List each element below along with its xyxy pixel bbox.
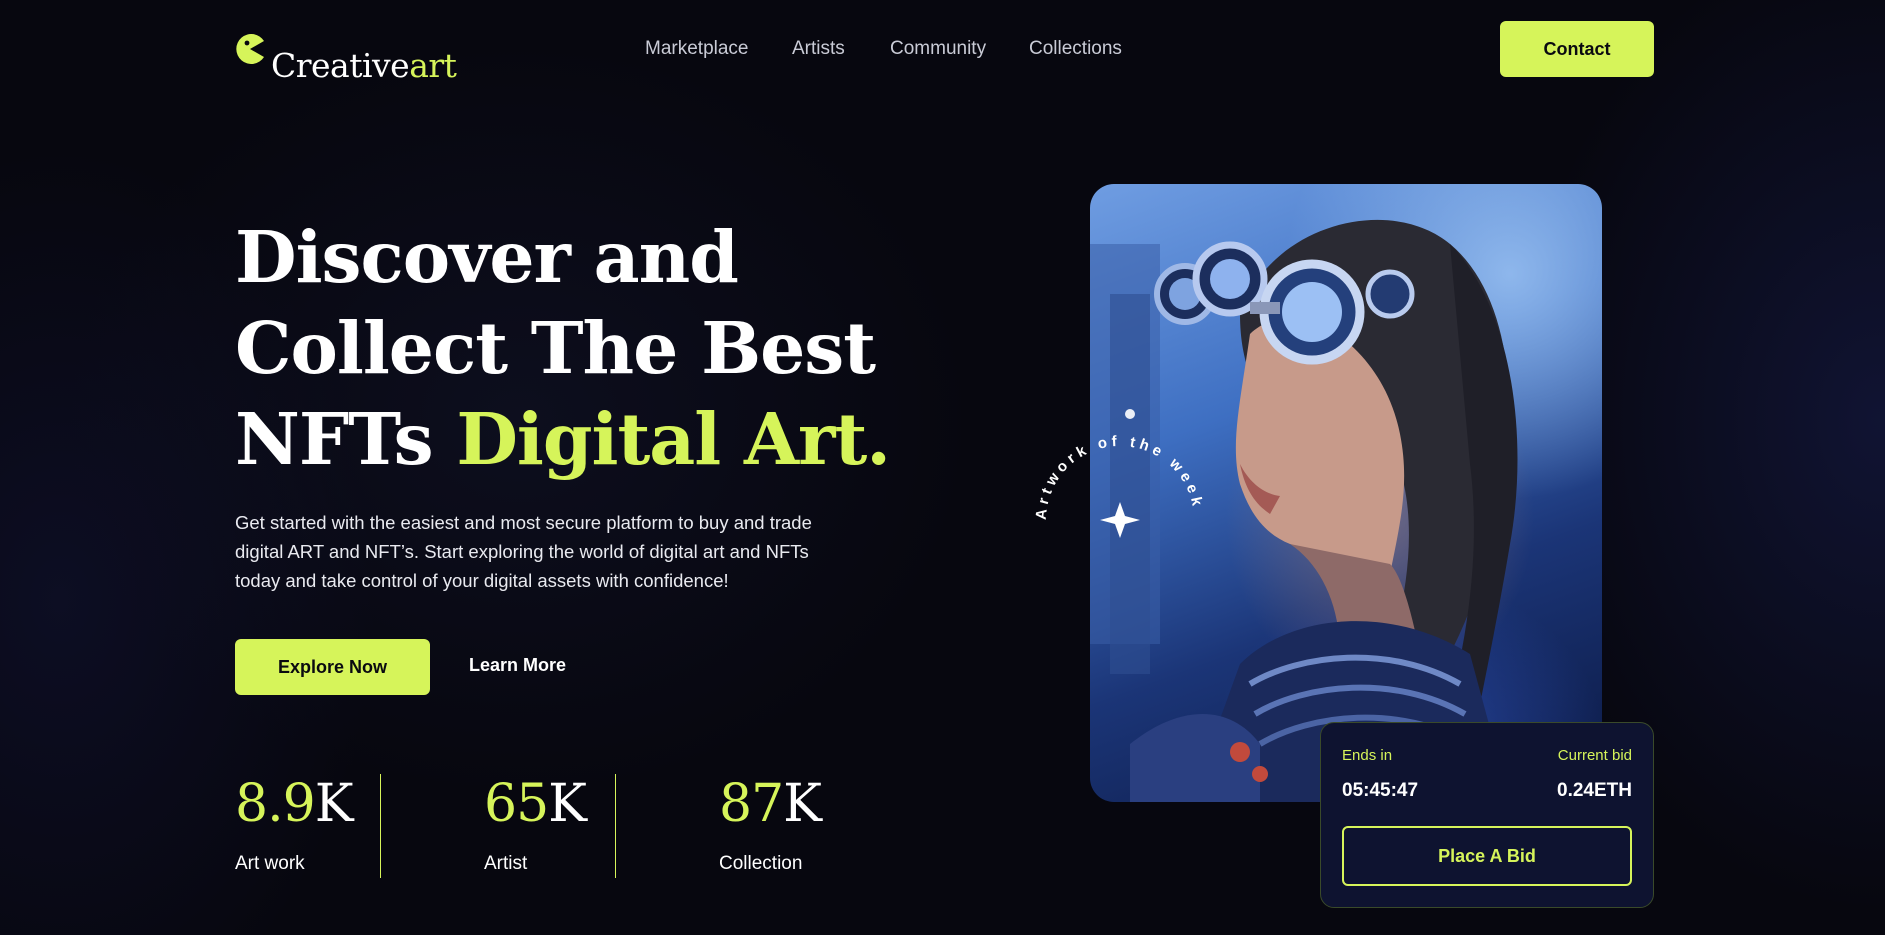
learn-more-link[interactable]: Learn More — [469, 655, 566, 676]
nav-community[interactable]: Community — [890, 38, 986, 60]
circular-text-badge: Artwork of the week — [1033, 433, 1202, 538]
explore-now-button[interactable]: Explore Now — [235, 639, 430, 695]
stat-unit: K — [548, 774, 587, 834]
stat-value: 87 — [719, 774, 784, 834]
hero-title-accent: Digital Art. — [456, 397, 891, 481]
brand-logo[interactable]: Creativeart — [235, 32, 457, 85]
stat-artist-label: Artist — [484, 853, 528, 874]
sparkle-star-icon — [1100, 502, 1140, 538]
stat-collection-label: Collection — [719, 853, 803, 874]
current-bid-value: 0.24ETH — [1557, 780, 1632, 801]
hero-title: Discover and Collect The Best NFTs Digit… — [235, 212, 915, 485]
brand-name-part2: art — [409, 46, 457, 85]
artwork-of-the-week-badge: Artwork of the week — [1030, 430, 1210, 610]
stat-value: 8.9 — [235, 774, 316, 834]
hero-title-line1: Discover and — [235, 215, 739, 299]
hero-description: Get started with the easiest and most se… — [235, 512, 812, 591]
stat-artist-number: 65K — [484, 774, 587, 834]
brand-name-part1: Creative — [271, 46, 410, 85]
ends-in-label: Ends in — [1342, 747, 1393, 764]
nav-artists[interactable]: Artists — [792, 38, 845, 60]
pacman-icon — [236, 34, 264, 64]
current-bid-label: Current bid — [1557, 747, 1632, 764]
stat-value: 65 — [484, 774, 549, 834]
stat-artwork-label: Art work — [235, 853, 305, 874]
contact-button[interactable]: Contact — [1500, 21, 1654, 77]
stat-artwork-number: 8.9K — [235, 774, 354, 834]
bid-card: Ends in Current bid 05:45:47 0.24ETH Pla… — [1320, 722, 1654, 908]
stat-divider — [615, 774, 616, 878]
stat-unit: K — [783, 774, 822, 834]
stat-collection-number: 87K — [719, 774, 822, 834]
stat-unit: K — [314, 774, 354, 834]
hero-title-line3: NFTs Digital Art. — [235, 394, 915, 485]
stat-divider — [380, 774, 381, 878]
hero-title-plain: NFTs — [235, 397, 457, 481]
place-bid-button[interactable]: Place A Bid — [1342, 826, 1632, 886]
countdown-value: 05:45:47 — [1342, 780, 1419, 801]
brand-name: Creativeart — [271, 46, 457, 85]
nav-marketplace[interactable]: Marketplace — [645, 38, 749, 60]
nav-collections[interactable]: Collections — [1029, 38, 1122, 60]
hero-title-line2: Collect The Best — [235, 306, 876, 390]
